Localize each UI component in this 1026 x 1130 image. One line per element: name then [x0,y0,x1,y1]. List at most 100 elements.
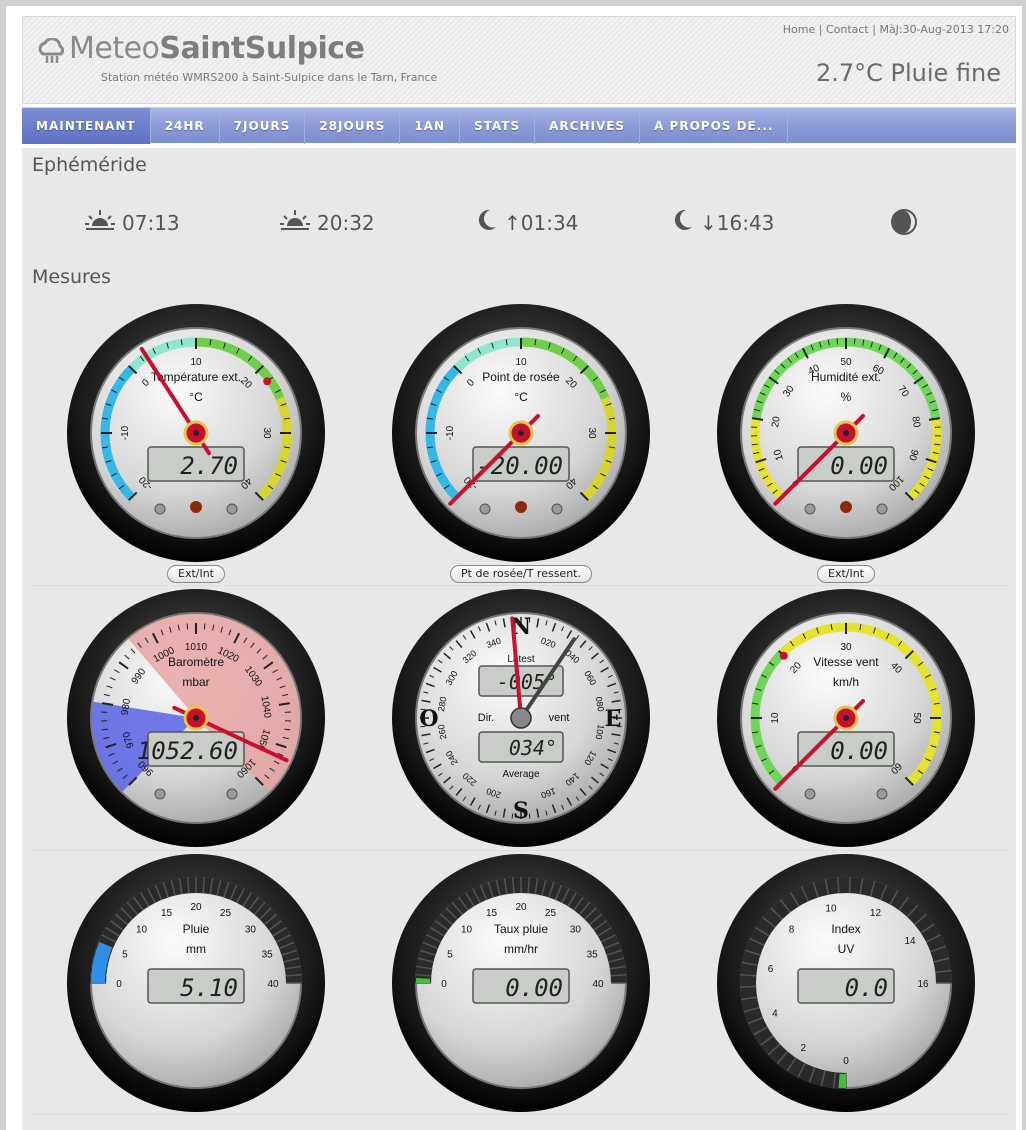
tick-label: 50 [840,357,852,368]
tick-label: 10 [770,712,781,724]
dew-feels-like-button[interactable]: Pt de rosée/T ressent. [450,565,592,583]
tick-label: 30 [261,427,272,439]
tick-label: 10 [136,925,148,936]
tick-label: 15 [161,908,173,919]
nav-item-1an[interactable]: 1AN [400,108,461,144]
wind-average-label: Average [502,769,540,780]
indicator-led [154,503,166,515]
compass-hub [510,707,532,729]
moon-phase-item [890,208,924,241]
indicator-led [479,503,491,515]
ephemeride-title: Ephéméride [32,154,147,176]
tick-label: 8 [789,925,795,936]
gauge-unit: mbar [182,675,209,689]
max-marker [779,651,788,660]
tick-label: 20 [190,902,202,913]
rain-rate-gauge: 0 5 10 15 20 25 30 35 40 Taux pluie mm/hr 0.00 [389,851,653,1115]
gauge-title: Vitesse vent [813,655,879,669]
tick-label: 6 [768,964,774,975]
humidity-ext-int-button[interactable]: Ext/Int [816,565,876,583]
nav-item-7jours[interactable]: 7JOURS [220,108,306,144]
nav-item-maintenant[interactable]: MAINTENANT [22,108,151,144]
tick-label: 40 [592,979,604,990]
tick-label: 10 [515,357,527,368]
indicator-led [804,503,816,515]
sunset-icon [279,208,317,237]
compass-cardinal-o: O [419,706,438,732]
ephemeride-row: 07:13 20:32 ↑01:34 ↓16:43 [22,198,1016,250]
sunrise-item: 07:13 [84,208,180,237]
gauge-lcd-value: 0.00 [830,737,888,765]
tick-label: 10 [825,903,837,914]
gauge-lcd-value: 1052.60 [137,737,238,765]
wind-dir-label: Dir. [478,712,495,724]
tick-label: -10 [445,425,456,440]
gauge-title: Baromètre [168,655,224,669]
contact-link[interactable]: Contact [826,23,869,36]
nav-item-28jours[interactable]: 28JOURS [305,108,401,144]
barometer-gauge: 960 970 980 990 1000 1010 1020 1030 1040 1050 1060… [64,586,328,850]
wind-average-value: 034° [509,736,557,760]
gauge-unit: °C [514,390,528,404]
logo-text-part2: SaintSulpice [159,31,365,66]
compass-cardinal-s: S [513,798,529,824]
tick-label: 5 [122,950,128,961]
tick-label: 80 [909,416,922,429]
tick-label: 40 [267,979,279,990]
tick-label: 35 [262,950,274,961]
rain-cloud-icon [37,36,67,63]
scale-tick [853,338,856,345]
gauge-title: Humidité ext. [811,370,881,384]
alarm-led [515,501,527,513]
nav-item-a-propos-de[interactable]: A PROPOS DE... [640,108,789,144]
tick-label: 30 [245,925,257,936]
scale-segment [740,985,757,988]
gauge-lcd-value: 2.70 [180,452,238,480]
max-marker [263,377,272,386]
temperature-gauge: -20 -10 0 10 20 30 40 Température ext. °C 2.70 [64,301,328,565]
gauge-unit: UV [838,942,855,956]
tick-label: 14 [904,936,916,947]
tick-label: 30 [586,427,597,439]
nav-item-24hr[interactable]: 24HR [151,108,220,144]
mesures-title: Mesures [32,266,112,288]
wind-latest-value: -005° [497,670,557,694]
tick-label: 25 [545,908,557,919]
nav-item-archives[interactable]: ARCHIVES [535,108,641,144]
gauge-lcd-value: 0.0 [845,974,888,1002]
tick-label: 10 [190,357,202,368]
temp-ext-int-button[interactable]: Ext/Int [166,565,226,583]
tick-label: 0 [441,979,447,990]
tick-label: 30 [570,925,582,936]
indicator-led [226,503,238,515]
alarm-led [840,501,852,513]
moonrise-time: ↑01:34 [504,210,579,235]
wind-direction-gauge: 020 040 060 080 100 120 140 160 200 220 240 260 280 3… [389,586,653,850]
tick-label: 20 [770,415,783,428]
indicator-led [154,788,166,800]
tick-label: 30 [840,642,852,653]
site-logo[interactable]: Meteo SaintSulpice [37,31,365,66]
gauge-title: Taux pluie [494,922,548,936]
gauge-unit: °C [189,390,203,404]
nav-item-stats[interactable]: STATS [460,108,536,144]
page-frame: Meteo SaintSulpice Station météo WMRS200 … [0,0,1026,1130]
tick-label: 0 [843,1056,849,1067]
indicator-led [226,788,238,800]
main-nav: MAINTENANT 24HR 7JOURS 28JOURS 1AN STATS ARCHI… [22,107,1016,144]
tick-label: 25 [220,908,232,919]
compass-cardinal-e: E [605,706,622,732]
home-link[interactable]: Home [783,23,815,36]
tick-label: -10 [120,425,131,440]
tick-label: 12 [870,908,882,919]
dew-point-gauge: -20-10010203040Point de rosée°C-20.00 [389,301,653,565]
indicator-led [876,788,888,800]
tick-label: 5 [447,950,453,961]
site-header: Meteo SaintSulpice Station météo WMRS200 … [22,16,1016,104]
current-conditions: 2.7°C Pluie fine [815,59,1001,87]
scale-tick [186,623,189,630]
indicator-led [876,503,888,515]
row-divider [32,1114,1006,1115]
tick-label: 50 [911,712,922,724]
gauge-lcd-value: 0.00 [830,452,888,480]
